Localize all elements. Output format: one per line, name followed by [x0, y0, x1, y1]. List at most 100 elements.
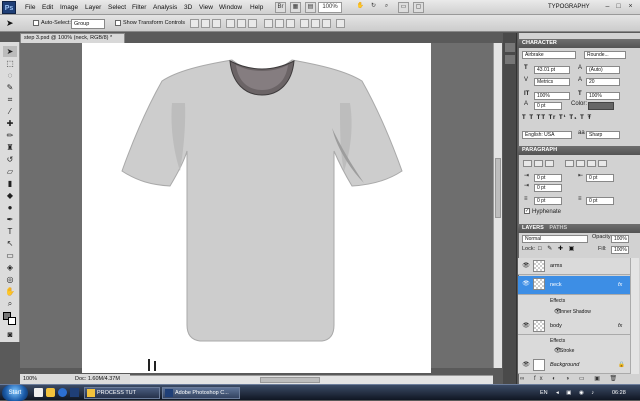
visibility-eye-icon[interactable]: 👁 — [522, 361, 530, 369]
history-brush-icon[interactable]: ↺ — [3, 154, 17, 165]
justify-all-icon[interactable] — [598, 160, 607, 167]
kerning-field[interactable]: Metrics — [534, 78, 570, 86]
workspace-switcher[interactable]: TYPOGRAPHY — [548, 2, 590, 13]
3d-rotate-icon[interactable]: ◈ — [3, 262, 17, 273]
move-tool-icon[interactable]: ➤ — [6, 17, 14, 29]
visibility-eye-icon[interactable]: 👁 — [522, 280, 530, 288]
lock-icons[interactable]: □ ✎ ✚ ▣ — [538, 245, 578, 254]
fx-icon[interactable]: fx — [618, 276, 622, 295]
clone-stamp-icon[interactable]: ♜ — [3, 142, 17, 153]
menu-help[interactable]: Help — [250, 0, 263, 15]
hand-icon[interactable]: ✋ — [355, 2, 366, 13]
marquee-tool-icon[interactable]: ⬚ — [3, 58, 17, 69]
fill-field[interactable]: 100% — [611, 246, 629, 254]
space-before-field[interactable]: 0 pt — [534, 197, 562, 205]
document-canvas[interactable] — [82, 43, 431, 373]
visibility-eye-icon[interactable]: 👁 — [522, 262, 530, 270]
move-tool-icon[interactable]: ➤ — [3, 46, 17, 57]
pen-tool-icon[interactable]: ✒ — [3, 214, 17, 225]
menu-select[interactable]: Select — [108, 0, 126, 15]
clock[interactable]: 06:28 — [612, 387, 626, 399]
indent-right-field[interactable]: 0 pt — [586, 174, 614, 182]
tracking-field[interactable]: 20 — [586, 78, 620, 86]
space-after-field[interactable]: 0 pt — [586, 197, 614, 205]
dodge-tool-icon[interactable]: ● — [3, 202, 17, 213]
type-tool-icon[interactable]: T — [3, 226, 17, 237]
align-right-text-icon[interactable] — [545, 160, 554, 167]
arrange-icon[interactable]: ▭ — [398, 2, 409, 13]
background-color-swatch[interactable] — [8, 317, 16, 325]
task-photoshop[interactable]: Adobe Photoshop C... — [162, 387, 240, 399]
layer-effect-inner-shadow[interactable]: 👁 Inner Shadow — [518, 306, 630, 318]
vertical-scrollbar[interactable] — [493, 43, 502, 368]
bridge-icon[interactable]: Br — [275, 2, 286, 13]
menu-3d[interactable]: 3D — [184, 0, 192, 15]
3d-orbit-icon[interactable]: ◎ — [3, 274, 17, 285]
extras-icon[interactable]: ▤ — [305, 2, 316, 13]
gradient-tool-icon[interactable]: ▮ — [3, 178, 17, 189]
menu-filter[interactable]: Filter — [132, 0, 146, 15]
close-icon[interactable]: × — [626, 2, 635, 12]
justify-last-center-icon[interactable] — [576, 160, 585, 167]
eyedropper-icon[interactable]: ⁄ — [3, 106, 17, 117]
baseline-shift-field[interactable]: 0 pt — [534, 102, 562, 110]
distribute-top-icon[interactable] — [264, 19, 273, 28]
layer-effect-stroke[interactable]: 👁 Stroke — [518, 345, 630, 357]
menu-file[interactable]: File — [25, 0, 35, 15]
fx-icon[interactable]: fx — [618, 318, 622, 335]
show-transform-toggle[interactable]: Show Transform Controls — [115, 17, 185, 29]
zoom-level-select[interactable]: 100% — [318, 2, 342, 13]
align-left-text-icon[interactable] — [523, 160, 532, 167]
auto-select-toggle[interactable]: Auto-Select: — [33, 17, 71, 29]
browser-icon[interactable] — [58, 388, 67, 397]
align-bottom-icon[interactable] — [212, 19, 221, 28]
layer-row-neck[interactable]: 👁 neck fx — [518, 276, 630, 295]
quick-select-icon[interactable]: ✎ — [3, 82, 17, 93]
horizontal-scroll-thumb[interactable] — [260, 377, 320, 383]
shape-tool-icon[interactable]: ▭ — [3, 250, 17, 261]
maximize-icon[interactable]: □ — [614, 2, 623, 12]
antialias-dropdown[interactable]: Sharp — [586, 131, 620, 139]
visibility-eye-icon[interactable]: 👁 — [522, 322, 530, 330]
tray-icons[interactable]: ◂ ▣ ◉ ♪ — [556, 387, 597, 399]
eraser-tool-icon[interactable]: ▱ — [3, 166, 17, 177]
align-right-icon[interactable] — [248, 19, 257, 28]
menu-edit[interactable]: Edit — [42, 0, 53, 15]
layer-row-background[interactable]: 👁 Background 🔒 — [518, 357, 630, 374]
layers-footer-buttons[interactable]: ∞ fx ◐ ◑ ▭ ▣ 🗑 — [520, 375, 630, 383]
distribute-bottom-icon[interactable] — [286, 19, 295, 28]
text-style-buttons[interactable]: T T TT Tr T¹ T₁ T Ŧ — [522, 114, 622, 123]
vertical-scale-field[interactable]: 100% — [534, 92, 570, 100]
quick-mask-icon[interactable]: ◙ — [3, 329, 17, 340]
first-line-indent-field[interactable]: 0 pt — [534, 184, 562, 192]
font-size-field[interactable]: 43.01 pt — [534, 66, 570, 74]
panel-icon[interactable] — [505, 55, 515, 64]
align-hcenter-icon[interactable] — [237, 19, 246, 28]
healing-brush-icon[interactable]: ✚ — [3, 118, 17, 129]
hyphenate-checkbox[interactable]: ✓ Hyphenate — [524, 208, 561, 217]
photoshop-quicklaunch-icon[interactable] — [70, 388, 79, 397]
leading-field[interactable]: (Auto) — [586, 66, 620, 74]
font-style-dropdown[interactable]: Rounde... — [584, 51, 626, 59]
start-button[interactable]: Start — [2, 385, 28, 401]
distribute-left-icon[interactable] — [300, 19, 309, 28]
vertical-scroll-thumb[interactable] — [495, 158, 501, 218]
document-tab[interactable]: step 3.psd @ 100% (neck, RGB/8) * — [20, 33, 125, 43]
zoom-tool-icon[interactable]: ⌕ — [3, 298, 17, 309]
layers-scrollbar[interactable] — [630, 258, 639, 374]
panel-icon[interactable] — [505, 43, 515, 52]
menu-window[interactable]: Window — [219, 0, 242, 15]
distribute-vcenter-icon[interactable] — [275, 19, 284, 28]
align-top-icon[interactable] — [190, 19, 199, 28]
status-zoom[interactable]: 100% — [23, 374, 37, 384]
minibridge-icon[interactable]: ▦ — [290, 2, 301, 13]
justify-last-left-icon[interactable] — [565, 160, 574, 167]
auto-align-icon[interactable] — [336, 19, 345, 28]
hand-tool-icon[interactable]: ✋ — [3, 286, 17, 297]
distribute-hcenter-icon[interactable] — [311, 19, 320, 28]
menu-image[interactable]: Image — [60, 0, 78, 15]
tab-layers[interactable]: LAYERS — [522, 225, 544, 231]
menu-layer[interactable]: Layer — [85, 0, 101, 15]
minimize-icon[interactable]: – — [603, 2, 612, 12]
character-panel-header[interactable]: CHARACTER — [518, 39, 640, 48]
